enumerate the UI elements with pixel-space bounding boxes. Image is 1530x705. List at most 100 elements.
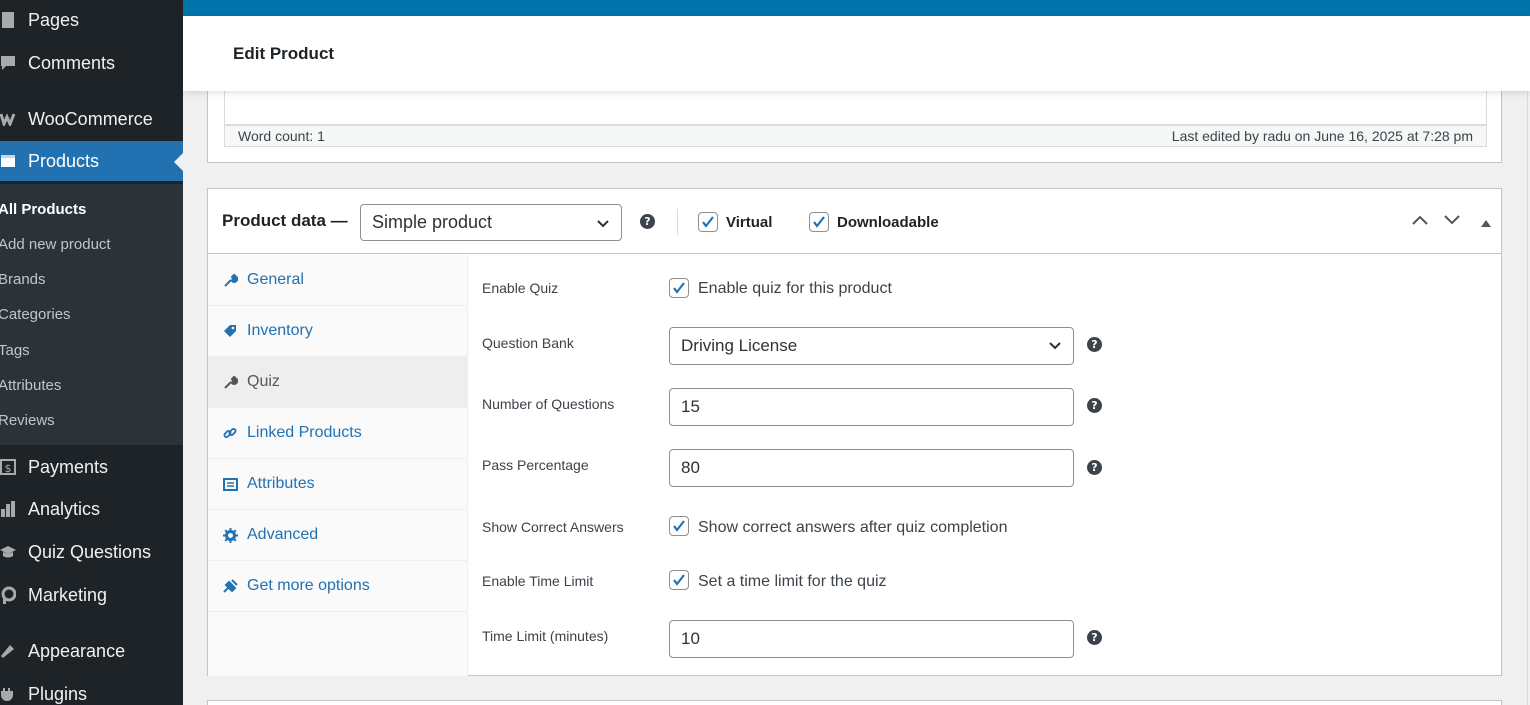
list-icon	[221, 477, 239, 491]
plugin-icon	[221, 578, 239, 594]
plugins-icon	[0, 685, 20, 703]
pass-percentage-label: Pass Percentage	[482, 457, 589, 473]
page-title: Edit Product	[233, 44, 335, 63]
show-answers-description: Show correct answers after quiz completi…	[698, 519, 1008, 536]
tab-get-more-options[interactable]: Get more options	[208, 561, 467, 612]
pass-percentage-input[interactable]: 80	[669, 449, 1074, 487]
last-edited: Last edited by radu on June 16, 2025 at …	[1171, 128, 1473, 144]
tab-label: Get more options	[247, 577, 370, 594]
submenu-brands[interactable]: Brands	[0, 271, 46, 288]
menu-label: Comments	[28, 52, 116, 73]
menu-label: Plugins	[28, 683, 88, 704]
quiz-icon	[0, 544, 20, 560]
menu-item-products[interactable]: Products	[0, 141, 183, 181]
svg-text:$: $	[5, 462, 12, 475]
help-icon[interactable]: ?	[1087, 398, 1102, 413]
collapse-toggle-icon[interactable]	[1480, 215, 1492, 233]
chevron-down-icon[interactable]	[1443, 213, 1461, 232]
menu-label: Quiz Questions	[28, 541, 152, 562]
tab-advanced[interactable]: Advanced	[208, 510, 467, 561]
tab-attributes[interactable]: Attributes	[208, 459, 467, 510]
menu-item-quiz-questions[interactable]: Quiz Questions	[0, 532, 183, 572]
help-icon[interactable]: ?	[1087, 630, 1102, 645]
show-answers-checkbox[interactable]	[669, 516, 689, 536]
menu-label: WooCommerce	[28, 108, 153, 129]
tab-inventory[interactable]: Inventory	[208, 306, 467, 357]
virtual-checkbox[interactable]	[698, 212, 718, 232]
tab-quiz[interactable]: Quiz	[208, 357, 467, 408]
woocommerce-icon	[0, 112, 20, 126]
product-data-title: Product data —	[222, 211, 348, 230]
time-limit-checkbox[interactable]	[669, 570, 689, 590]
tab-label: Inventory	[247, 322, 313, 339]
analytics-icon	[0, 500, 20, 518]
virtual-label: Virtual	[726, 214, 773, 231]
submenu-categories[interactable]: Categories	[0, 306, 71, 323]
gear-icon	[221, 527, 239, 543]
menu-item-marketing[interactable]: Marketing	[0, 575, 183, 615]
enable-quiz-description: Enable quiz for this product	[698, 280, 892, 297]
marketing-icon	[0, 586, 20, 604]
next-metabox	[207, 700, 1502, 705]
question-bank-select[interactable]: Driving License	[669, 327, 1074, 365]
admin-sidebar: Pages Comments WooCommerce Products All …	[0, 0, 183, 705]
downloadable-checkbox[interactable]	[809, 212, 829, 232]
question-bank-value: Driving License	[681, 336, 798, 355]
tab-general[interactable]: General	[208, 255, 467, 306]
chevron-down-icon	[1048, 337, 1062, 357]
menu-label: Appearance	[28, 640, 126, 661]
menu-item-woocommerce[interactable]: WooCommerce	[0, 99, 183, 139]
help-icon[interactable]: ?	[1087, 460, 1102, 475]
link-icon	[221, 426, 239, 441]
menu-label: Payments	[28, 456, 109, 477]
submenu-add-new-product[interactable]: Add new product	[0, 236, 111, 253]
appearance-icon	[0, 642, 20, 660]
tag-icon	[221, 324, 239, 339]
tab-label: Attributes	[247, 475, 315, 492]
help-icon[interactable]: ?	[640, 214, 655, 229]
menu-label: Marketing	[28, 584, 108, 605]
pages-icon	[0, 11, 20, 29]
enable-quiz-checkbox[interactable]	[669, 278, 689, 298]
chevron-down-icon	[596, 214, 610, 235]
divider	[677, 209, 678, 235]
help-icon[interactable]: ?	[1087, 337, 1102, 352]
num-questions-value: 15	[681, 397, 700, 416]
enable-quiz-label: Enable Quiz	[482, 280, 559, 296]
product-data-panel: Product data — Simple product ? Virtual …	[207, 188, 1502, 676]
menu-item-comments[interactable]: Comments	[0, 43, 183, 83]
product-data-header: Product data — Simple product ? Virtual …	[208, 189, 1501, 254]
tab-label: Linked Products	[247, 424, 362, 441]
menu-item-pages[interactable]: Pages	[0, 0, 183, 40]
tab-label: Advanced	[247, 526, 319, 543]
menu-item-plugins[interactable]: Plugins	[0, 674, 183, 705]
products-icon	[0, 153, 20, 169]
wrench-icon	[221, 375, 239, 390]
wrench-icon	[221, 273, 239, 288]
menu-item-payments[interactable]: $ Payments	[0, 447, 183, 487]
time-limit-input[interactable]: 10	[669, 620, 1074, 658]
submenu-attributes[interactable]: Attributes	[0, 377, 61, 394]
question-bank-label: Question Bank	[482, 335, 574, 351]
num-questions-input[interactable]: 15	[669, 388, 1074, 426]
downloadable-label: Downloadable	[837, 214, 939, 231]
editor-status-bar: Word count: 1 Last edited by radu on Jun…	[224, 125, 1487, 147]
word-count: Word count: 1	[238, 128, 325, 144]
time-limit-enable-label: Enable Time Limit	[482, 573, 594, 589]
menu-item-appearance[interactable]: Appearance	[0, 631, 183, 671]
submenu-tags[interactable]: Tags	[0, 342, 30, 359]
submenu-reviews[interactable]: Reviews	[0, 412, 55, 429]
time-limit-label: Time Limit (minutes)	[482, 628, 609, 644]
payments-icon: $	[0, 458, 20, 476]
product-type-select[interactable]: Simple product	[360, 204, 622, 241]
menu-item-analytics[interactable]: Analytics	[0, 489, 183, 529]
submenu-all-products[interactable]: All Products	[0, 201, 86, 218]
menu-label: Pages	[28, 9, 80, 30]
page-header: Edit Product	[183, 16, 1530, 91]
editor-box: Word count: 1 Last edited by radu on Jun…	[207, 91, 1502, 163]
product-type-value: Simple product	[372, 212, 493, 232]
editor-content-area[interactable]	[224, 91, 1487, 125]
tab-linked-products[interactable]: Linked Products	[208, 408, 467, 459]
chevron-up-icon[interactable]	[1411, 213, 1429, 232]
show-answers-label: Show Correct Answers	[482, 519, 624, 535]
